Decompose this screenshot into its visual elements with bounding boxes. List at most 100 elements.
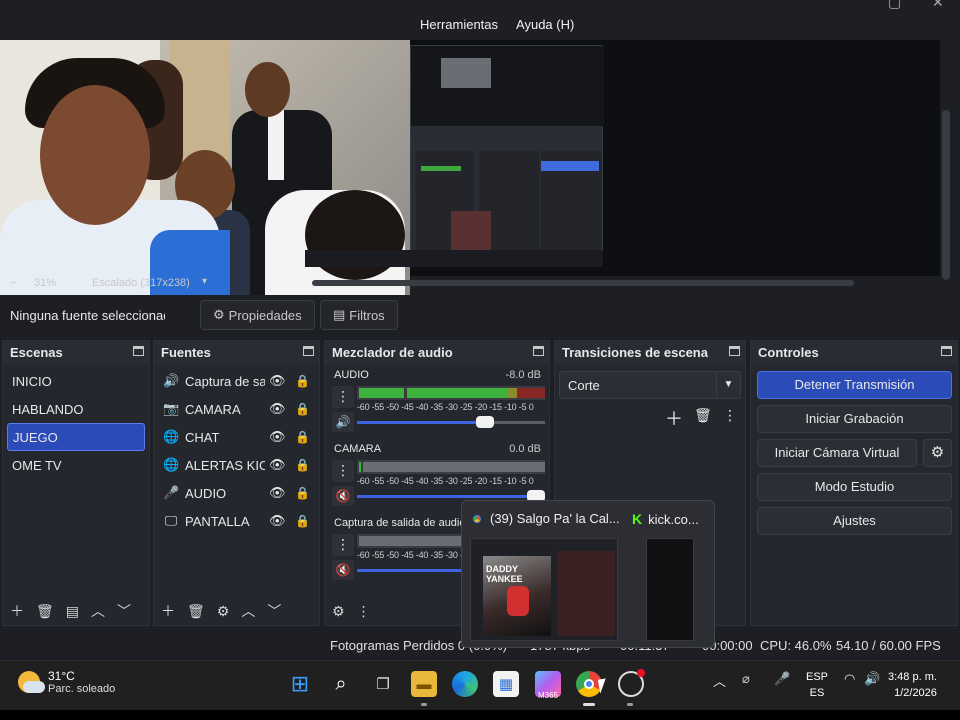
windows-taskbar: 31°C Parc. soleado ⊞ ⌕ ❐ ▬ ▦ M365 ︿ ⌀ 🎤 … xyxy=(0,660,960,710)
settings-button[interactable]: Ajustes xyxy=(757,507,952,535)
add-source-icon[interactable]: ＋ xyxy=(161,601,175,621)
source-properties-icon[interactable]: ⚙ xyxy=(217,603,230,620)
youtube-thumbnail[interactable]: DADDY YANKEE xyxy=(470,538,618,641)
preview-vertical-scrollbar[interactable] xyxy=(942,110,950,280)
controls-dock: Controles Detener Transmisión Iniciar Gr… xyxy=(750,340,958,626)
properties-button[interactable]: ⚙ Propiedades xyxy=(200,300,315,330)
speaker-muted-icon[interactable]: 🔇 xyxy=(332,486,354,506)
remove-scene-icon[interactable]: 🗑 xyxy=(36,603,54,620)
source-item[interactable]: 🎤 AUDIO 👁 🔒 xyxy=(154,479,319,507)
lock-icon[interactable]: 🔒 xyxy=(295,486,310,500)
m365-icon[interactable]: M365 xyxy=(535,671,561,700)
transition-select[interactable]: Corte ▼ xyxy=(559,371,741,399)
source-label: CHAT xyxy=(185,429,220,445)
lock-icon[interactable]: 🔒 xyxy=(295,430,310,444)
volume-slider-knob[interactable] xyxy=(476,416,494,428)
file-explorer-icon[interactable]: ▬ xyxy=(411,671,437,697)
volume-slider[interactable] xyxy=(357,490,545,502)
source-item[interactable]: 🖵 PANTALLA 👁 🔒 xyxy=(154,507,319,535)
transition-menu-icon[interactable]: ⋮ xyxy=(723,407,737,424)
lock-icon[interactable]: 🔒 xyxy=(295,402,310,416)
volume-icon[interactable]: 🔊 xyxy=(864,671,880,687)
stop-stream-button[interactable]: Detener Transmisión xyxy=(757,371,952,399)
undock-icon[interactable] xyxy=(729,346,740,356)
source-item[interactable]: 🌐 ALERTAS KICK👁 🔒 xyxy=(154,451,319,479)
undock-icon[interactable] xyxy=(941,346,952,356)
scene-item-juego[interactable]: JUEGO xyxy=(7,423,145,451)
virtual-camera-button[interactable]: Iniciar Cámara Virtual xyxy=(757,439,917,467)
add-transition-icon[interactable]: ＋ xyxy=(665,405,683,431)
windows-start-icon[interactable]: ⊞ xyxy=(287,671,313,697)
advanced-audio-icon[interactable]: ⚙ xyxy=(332,603,345,620)
zoom-level[interactable]: 31% xyxy=(34,277,56,289)
undock-icon[interactable] xyxy=(303,346,314,356)
visibility-eye-icon[interactable]: 👁 xyxy=(269,429,286,445)
speaker-icon[interactable]: 🔊 xyxy=(332,412,354,432)
add-scene-icon[interactable]: ＋ xyxy=(10,601,24,621)
kick-thumbnail[interactable] xyxy=(646,538,694,641)
edge-icon[interactable] xyxy=(452,671,478,697)
source-item[interactable]: 🌐 CHAT 👁 🔒 xyxy=(154,423,319,451)
menu-help[interactable]: Ayuda (H) xyxy=(516,17,574,32)
menu-tools[interactable]: Herramientas xyxy=(420,17,498,32)
chevron-up-icon[interactable]: ︿ xyxy=(713,671,726,690)
clock[interactable]: 3:48 p. m. 1/2/2026 xyxy=(888,669,937,701)
visibility-eye-icon[interactable]: 👁 xyxy=(269,373,286,389)
chevron-down-icon[interactable]: ▼ xyxy=(716,372,740,398)
thumbnail-tab-kick[interactable]: K kick.co... xyxy=(632,511,699,527)
lock-icon[interactable]: 🔒 xyxy=(295,514,310,528)
task-view-icon[interactable]: ❐ xyxy=(370,671,396,697)
store-icon[interactable]: ▦ xyxy=(493,671,519,697)
source-label: CAMARA xyxy=(185,401,241,417)
channel-menu-icon[interactable]: ⋮ xyxy=(332,460,354,482)
virtual-camera-settings-icon[interactable]: ⚙ xyxy=(923,439,952,467)
lock-icon[interactable]: 🔒 xyxy=(295,458,310,472)
scene-item-ome-tv[interactable]: OME TV xyxy=(3,451,149,479)
close-icon[interactable]: ✕ xyxy=(932,0,944,11)
preview-horizontal-scrollbar[interactable] xyxy=(312,280,854,286)
start-recording-button[interactable]: Iniciar Grabación xyxy=(757,405,952,433)
thumbnail-tab-youtube[interactable]: (39) Salgo Pa' la Cal... xyxy=(470,511,620,526)
language-indicator[interactable]: ESP ES xyxy=(806,669,828,701)
move-down-icon[interactable]: ﹀ xyxy=(117,601,131,621)
mixer-menu-icon[interactable]: ⋮ xyxy=(357,603,371,620)
undock-icon[interactable] xyxy=(133,346,144,356)
visibility-eye-icon[interactable]: 👁 xyxy=(269,401,286,417)
zoom-out-button[interactable]: − xyxy=(10,277,16,289)
scene-item-inicio[interactable]: INICIO xyxy=(3,367,149,395)
visibility-eye-icon[interactable]: 👁 xyxy=(269,513,286,529)
search-icon[interactable]: ⌕ xyxy=(328,671,354,697)
kick-icon: K xyxy=(632,511,643,527)
camera-off-icon[interactable]: ⌀ xyxy=(742,671,750,687)
move-up-icon[interactable]: ︿ xyxy=(241,601,255,621)
visibility-eye-icon[interactable]: 👁 xyxy=(269,457,286,473)
studio-mode-button[interactable]: Modo Estudio xyxy=(757,473,952,501)
scale-label: Escalado (317x238) xyxy=(92,277,190,289)
preview-canvas[interactable] xyxy=(0,40,950,295)
channel-menu-icon[interactable]: ⋮ xyxy=(332,534,354,556)
move-up-icon[interactable]: ︿ xyxy=(91,601,105,621)
obs-taskbar-icon[interactable] xyxy=(618,669,645,697)
wifi-icon[interactable]: ◠ xyxy=(844,671,855,687)
source-item[interactable]: 🔊 Captura de salida👁 🔒 xyxy=(154,367,319,395)
scene-filters-icon[interactable]: ▤ xyxy=(66,603,79,620)
filters-button[interactable]: ▤ Filtros xyxy=(320,300,398,330)
channel-db: -8.0 dB xyxy=(505,369,541,381)
source-item[interactable]: 📷 CAMARA 👁 🔒 xyxy=(154,395,319,423)
remove-transition-icon[interactable]: 🗑 xyxy=(694,407,712,424)
scale-dropdown-icon[interactable]: ▾ xyxy=(202,276,207,287)
speaker-muted-icon[interactable]: 🔇 xyxy=(332,560,354,580)
microphone-icon[interactable]: 🎤 xyxy=(774,671,790,687)
remove-source-icon[interactable]: 🗑 xyxy=(187,603,205,620)
move-down-icon[interactable]: ﹀ xyxy=(267,601,281,621)
weather-widget[interactable]: 31°C Parc. soleado xyxy=(18,669,115,695)
scene-item-hablando[interactable]: HABLANDO xyxy=(3,395,149,423)
visibility-eye-icon[interactable]: 👁 xyxy=(269,485,286,501)
channel-menu-icon[interactable]: ⋮ xyxy=(332,386,354,408)
undock-icon[interactable] xyxy=(533,346,544,356)
scenes-toolbar: ＋ 🗑 ▤ ︿ ﹀ xyxy=(3,597,149,625)
keyboard-layout: ES xyxy=(809,687,825,699)
volume-slider[interactable] xyxy=(357,416,545,428)
lock-icon[interactable]: 🔒 xyxy=(295,374,310,388)
maximize-icon[interactable]: ▢ xyxy=(888,0,901,11)
